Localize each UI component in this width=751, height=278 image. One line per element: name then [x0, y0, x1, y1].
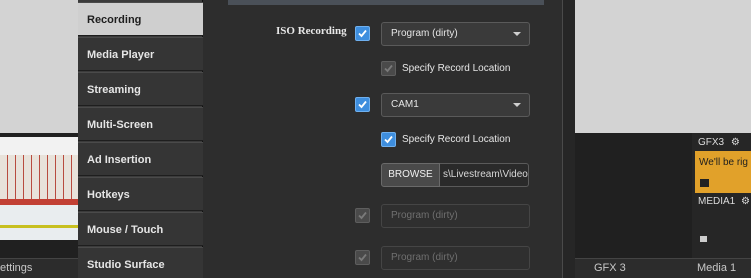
iso-enable-checkbox-4[interactable]: [355, 250, 370, 265]
record-path-field[interactable]: s\Livestream\Videos\: [440, 163, 529, 187]
media-label: MEDIA1: [698, 196, 736, 207]
sidebar-item-streaming[interactable]: Streaming: [78, 72, 203, 106]
camera-thumbnail[interactable]: [0, 137, 78, 240]
checkmark-icon: [384, 64, 393, 73]
checkmark-icon: [358, 211, 367, 220]
sidebar-item-recording[interactable]: Recording: [78, 2, 203, 36]
checkmark-icon: [358, 253, 367, 262]
select-value: Program (dirty): [391, 28, 458, 39]
gear-icon[interactable]: ⚙: [741, 196, 750, 207]
gear-icon[interactable]: ⚙: [731, 137, 740, 148]
browse-button[interactable]: BROWSE: [381, 163, 440, 187]
select-value: Program (dirty): [391, 252, 458, 263]
checkmark-icon: [384, 135, 393, 144]
panel-header-strip: [228, 0, 544, 5]
select-value: Program (dirty): [391, 210, 458, 221]
chevron-down-icon: [513, 32, 521, 36]
sidebar-item-hotkeys[interactable]: Hotkeys: [78, 177, 203, 211]
settings-label[interactable]: ettings: [0, 262, 32, 274]
iso-enable-checkbox-2[interactable]: [355, 97, 370, 112]
iso-enable-checkbox-3[interactable]: [355, 208, 370, 223]
sidebar-item-media-player[interactable]: Media Player: [78, 37, 203, 71]
media-tab-label[interactable]: Media 1: [697, 262, 736, 274]
checkmark-icon: [358, 29, 367, 38]
gfx-text: We'll be rig: [699, 157, 748, 168]
specify-location-checkbox-2[interactable]: [381, 132, 396, 147]
iso-source-select-4: Program (dirty): [381, 246, 530, 270]
gfx-label: GFX3: [698, 137, 725, 148]
iso-source-select-2[interactable]: CAM1: [381, 93, 530, 117]
lock-icon: [700, 179, 709, 187]
chevron-down-icon: [513, 103, 521, 107]
specify-location-checkbox-1[interactable]: [381, 61, 396, 76]
sidebar-item-multi-screen[interactable]: Multi-Screen: [78, 107, 203, 141]
specify-location-label-1: Specify Record Location: [402, 63, 511, 74]
gfx-card[interactable]: We'll be rig: [695, 151, 751, 193]
iso-source-select-1[interactable]: Program (dirty): [381, 22, 530, 46]
sidebar-item-studio-surface[interactable]: Studio Surface: [78, 247, 203, 278]
gfx-header: GFX3 ⚙: [692, 137, 751, 151]
checkmark-icon: [358, 100, 367, 109]
panel-divider: [562, 0, 575, 278]
lock-icon: [700, 236, 707, 242]
iso-recording-label: ISO Recording: [276, 25, 347, 37]
media-header: MEDIA1 ⚙: [698, 196, 750, 207]
specify-location-label-2: Specify Record Location: [402, 134, 511, 145]
sidebar-item-mouse-touch[interactable]: Mouse / Touch: [78, 212, 203, 246]
iso-source-select-3: Program (dirty): [381, 204, 530, 228]
iso-enable-checkbox-1[interactable]: [355, 26, 370, 41]
select-value: CAM1: [391, 99, 419, 110]
gfx-tab-label[interactable]: GFX 3: [594, 262, 626, 274]
sidebar-item-ad-insertion[interactable]: Ad Insertion: [78, 142, 203, 176]
app-window: GFX3 ⚙ We'll be rig MEDIA1 ⚙ ettings GFX…: [0, 0, 751, 278]
